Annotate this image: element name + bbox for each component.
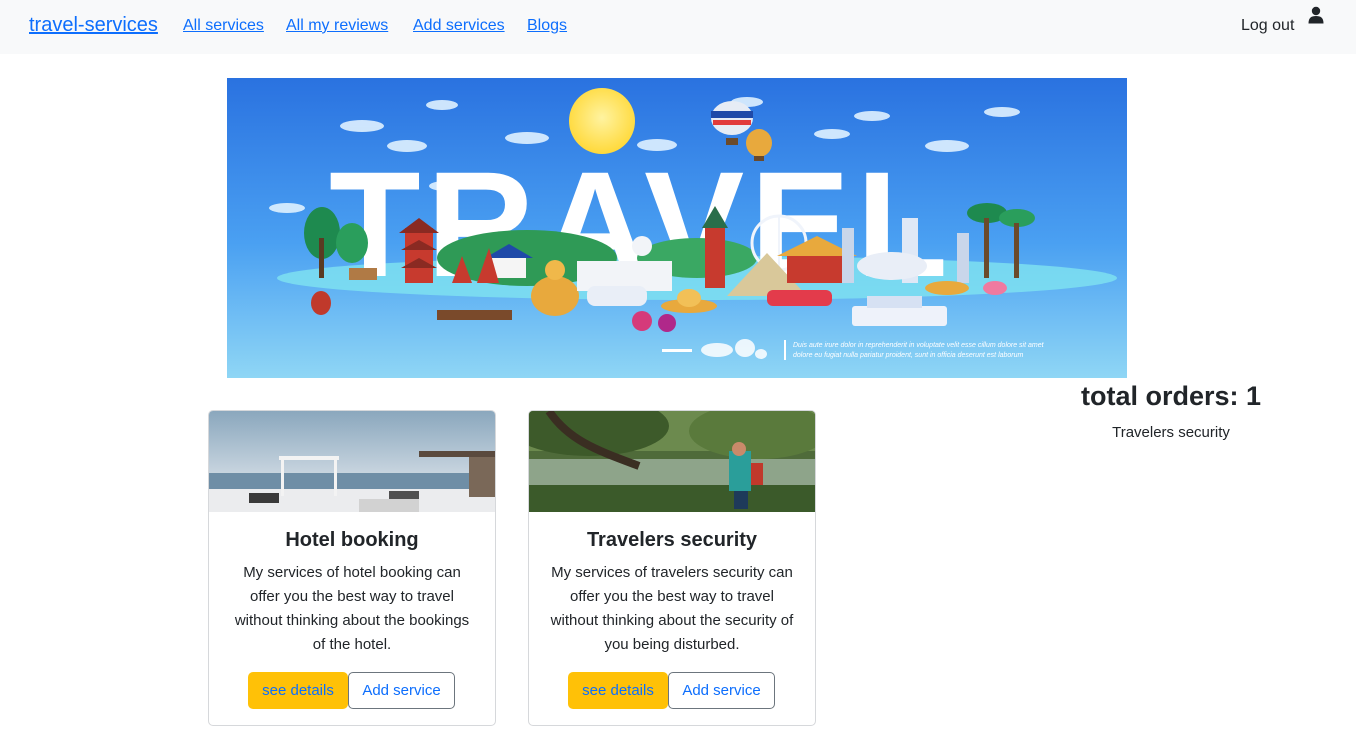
add-service-button[interactable]: Add service xyxy=(348,672,455,709)
logout-button[interactable]: Log out xyxy=(1241,17,1294,35)
nav-link-blogs[interactable]: Blogs xyxy=(527,17,567,35)
see-details-button[interactable]: see details xyxy=(568,672,668,709)
nav-link-add-services[interactable]: Add services xyxy=(413,17,505,35)
card-title: Hotel booking xyxy=(285,529,419,551)
total-orders-heading: total orders: 1 xyxy=(1080,381,1262,411)
carousel-indicator xyxy=(662,349,692,352)
hotel-booking-image xyxy=(209,411,495,512)
card-title: Travelers security xyxy=(586,529,758,551)
travel-banner-image: TRAVEL Duis aute irure dolor in reprehen… xyxy=(227,78,1127,378)
card-description: My services of hotel booking can offer y… xyxy=(234,564,470,653)
service-card-hotel-booking: Hotel booking My services of hotel booki… xyxy=(208,410,496,726)
nav-link-all-services[interactable]: All services xyxy=(183,17,264,35)
add-service-button[interactable]: Add service xyxy=(668,672,775,709)
top-navbar: travel-services All services All my revi… xyxy=(0,0,1356,54)
banner-caption-line2: dolore eu fugiat nulla pariatur proident… xyxy=(793,352,1024,359)
travelers-security-image xyxy=(529,411,815,512)
see-details-button[interactable]: see details xyxy=(248,672,348,709)
order-item: Travelers security xyxy=(1112,424,1230,441)
service-card-travelers-security: Travelers security My services of travel… xyxy=(528,410,816,726)
card-description: My services of travelers security can of… xyxy=(550,564,794,653)
brand-link[interactable]: travel-services xyxy=(29,14,158,37)
banner-caption-line1: Duis aute irure dolor in reprehenderit i… xyxy=(793,342,1045,349)
nav-link-all-my-reviews[interactable]: All my reviews xyxy=(286,17,388,35)
user-icon[interactable] xyxy=(1308,6,1324,24)
